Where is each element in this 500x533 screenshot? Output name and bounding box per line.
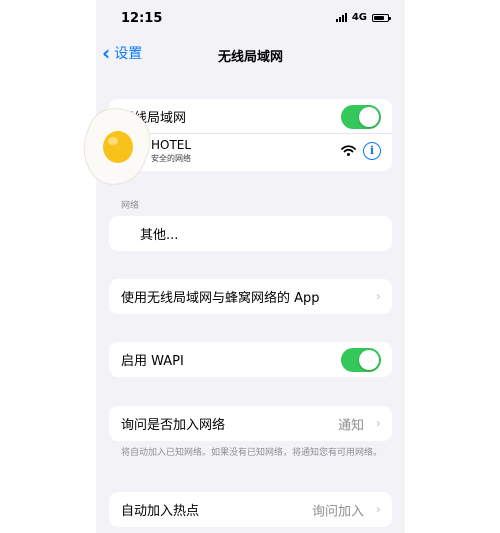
apps-card: 使用无线局域网与蜂窝网络的 App › [109,279,392,314]
status-time: 12:15 [121,11,163,26]
network-name: HOTEL [151,138,192,152]
hotspot-value: 询问加入 [311,504,364,519]
status-bar: 12:15 4G [96,0,405,38]
ask-join-label: 询问是否加入网络 [121,418,226,433]
apps-row-label: 使用无线局域网与蜂窝网络的 App [121,291,320,306]
ask-join-note: 将自动加入已知网络。如果没有已知网络，将通知您有可用网络。 [121,448,383,458]
phone-screen: 12:15 4G ‹ 设置 无线局域网 无线局域网 ✓ HOTEL 安全的网络 [96,0,405,533]
chevron-right-icon: › [375,502,381,517]
page-title: 无线局域网 [217,50,283,65]
wapi-toggle[interactable] [341,348,381,372]
cellular-signal-icon [335,13,347,22]
chevron-right-icon: › [375,289,381,304]
networks-card: 其他... [109,216,392,251]
status-right: 4G [335,12,391,23]
network-security: 安全的网络 [151,154,191,163]
info-icon[interactable]: i [363,142,381,160]
apps-row[interactable]: 使用无线局域网与蜂窝网络的 App › [109,279,392,314]
ask-join-value: 通知 [337,418,364,433]
ask-join-card: 询问是否加入网络 通知 › [109,406,392,441]
navigation-bar: ‹ 设置 无线局域网 [96,38,405,70]
network-type: 4G [351,12,367,23]
chevron-right-icon: › [375,416,381,431]
wapi-label: 启用 WAPI [121,354,184,369]
wapi-row: 启用 WAPI [109,342,392,377]
battery-icon [372,13,391,22]
hotspot-label: 自动加入热点 [121,504,200,519]
networks-section-header: 网络 [121,201,140,211]
wapi-card: 启用 WAPI [109,342,392,377]
hotspot-row[interactable]: 自动加入热点 询问加入 › [109,492,392,527]
fried-egg-sticker [83,108,151,185]
other-network-label: 其他... [140,228,179,243]
other-network-row[interactable]: 其他... [109,216,392,251]
ask-join-row[interactable]: 询问是否加入网络 通知 › [109,406,392,441]
hotspot-card: 自动加入热点 询问加入 › [109,492,392,527]
wifi-toggle[interactable] [341,105,381,129]
wifi-icon [341,145,356,156]
